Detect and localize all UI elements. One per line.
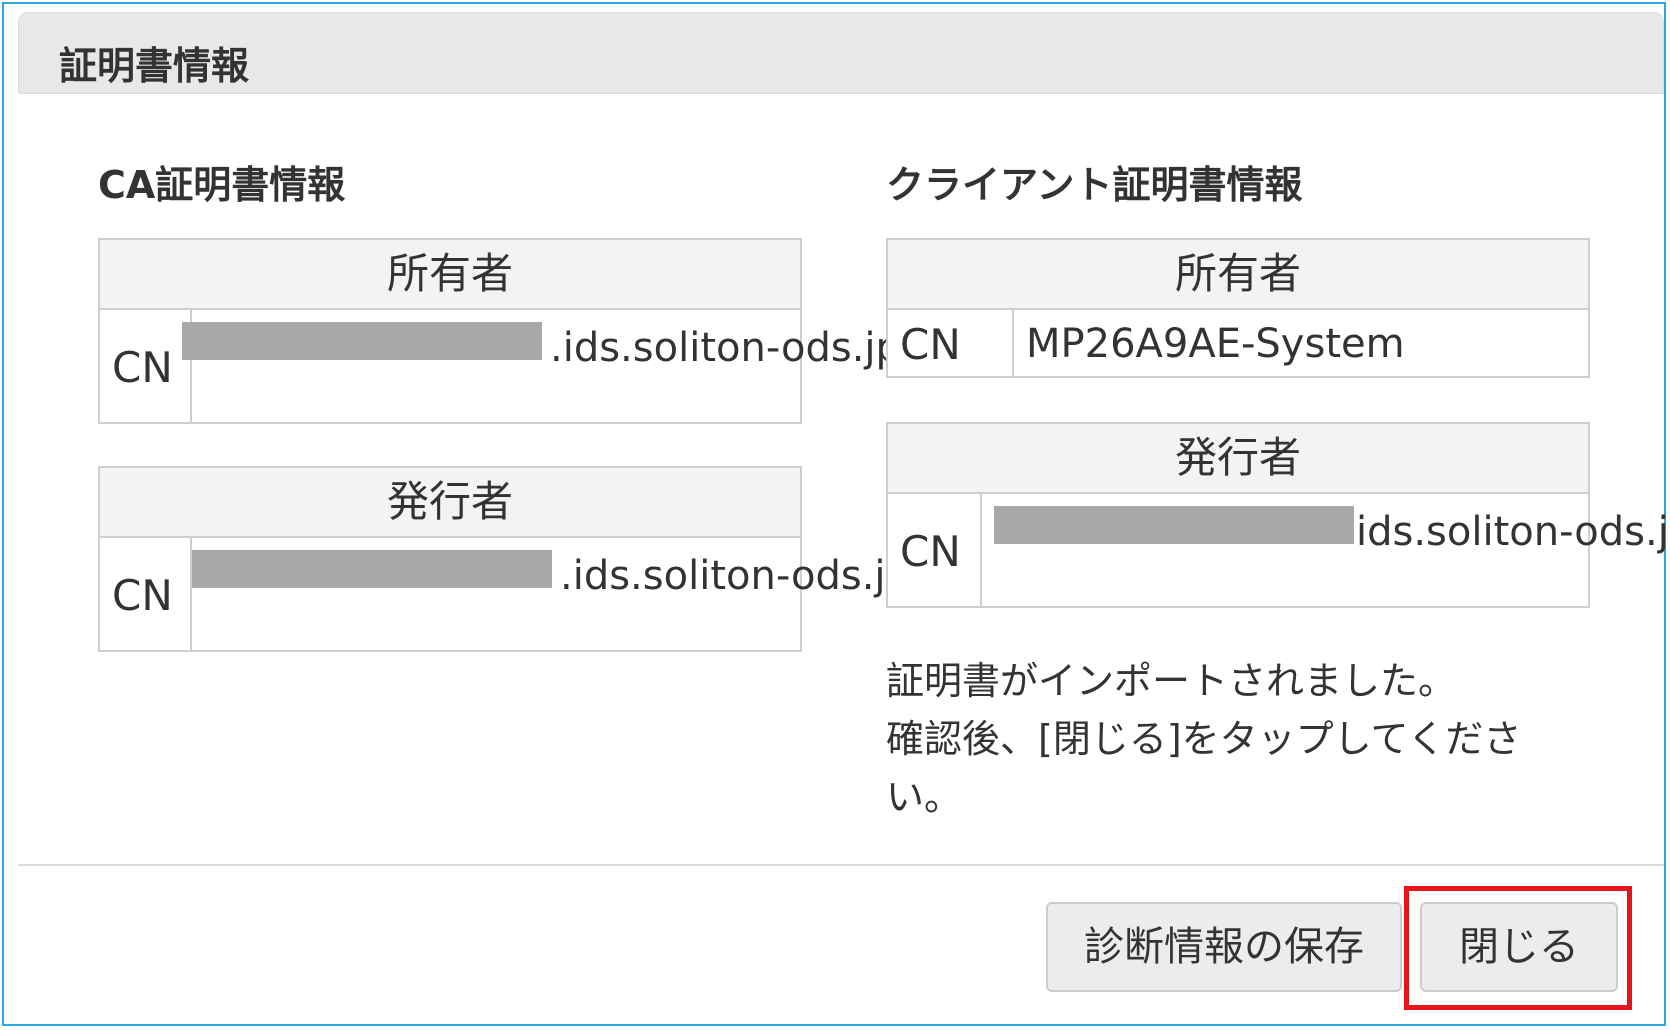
client-owner-cn-label: CN xyxy=(888,310,1014,378)
import-message-line2: 確認後、[閉じる]をタップしてくださ xyxy=(886,717,1522,761)
client-owner-cn-value: MP26A9AE-System xyxy=(1026,321,1405,367)
client-issuer-table: 発行者 CN ids.soliton-ods.jp xyxy=(886,422,1670,608)
client-issuer-cn-label: CN xyxy=(888,494,982,608)
dialog-header: 証明書情報 xyxy=(18,12,1664,94)
ca-owner-cn-label: CN xyxy=(100,310,192,424)
footer-divider xyxy=(18,864,1664,866)
save-diagnostics-button[interactable]: 診断情報の保存 xyxy=(1046,902,1402,992)
client-owner-header: 所有者 xyxy=(888,240,1588,310)
redaction-bar xyxy=(994,506,1354,544)
client-issuer-header: 発行者 xyxy=(888,424,1588,494)
ca-section-title: CA証明書情報 xyxy=(98,163,346,207)
client-owner-table: 所有者 CN MP26A9AE-System xyxy=(886,238,1590,378)
dialog-title: 証明書情報 xyxy=(59,44,250,88)
import-message-line3: い。 xyxy=(886,775,963,819)
ca-issuer-header: 発行者 xyxy=(100,468,800,538)
client-section-title: クライアント証明書情報 xyxy=(886,163,1303,207)
ca-issuer-table: 発行者 CN .ids.soliton-ods.jp xyxy=(98,466,911,652)
import-message: 証明書がインポートされました。 確認後、[閉じる]をタップしてくださ い。 xyxy=(886,652,1546,826)
redaction-bar xyxy=(182,322,542,360)
close-button-highlight xyxy=(1404,886,1632,1010)
client-issuer-cn-value: ids.soliton-ods.jp xyxy=(982,494,1670,608)
ca-issuer-cn-label: CN xyxy=(100,538,192,652)
ca-owner-table: 所有者 CN .ids.soliton-ods.jp xyxy=(98,238,901,424)
ca-owner-header: 所有者 xyxy=(100,240,800,310)
ca-owner-cn-value: .ids.soliton-ods.jp xyxy=(182,310,901,424)
redaction-bar xyxy=(192,550,552,588)
import-message-line1: 証明書がインポートされました。 xyxy=(886,659,1457,703)
ca-issuer-cn-value: .ids.soliton-ods.jp xyxy=(192,538,911,652)
